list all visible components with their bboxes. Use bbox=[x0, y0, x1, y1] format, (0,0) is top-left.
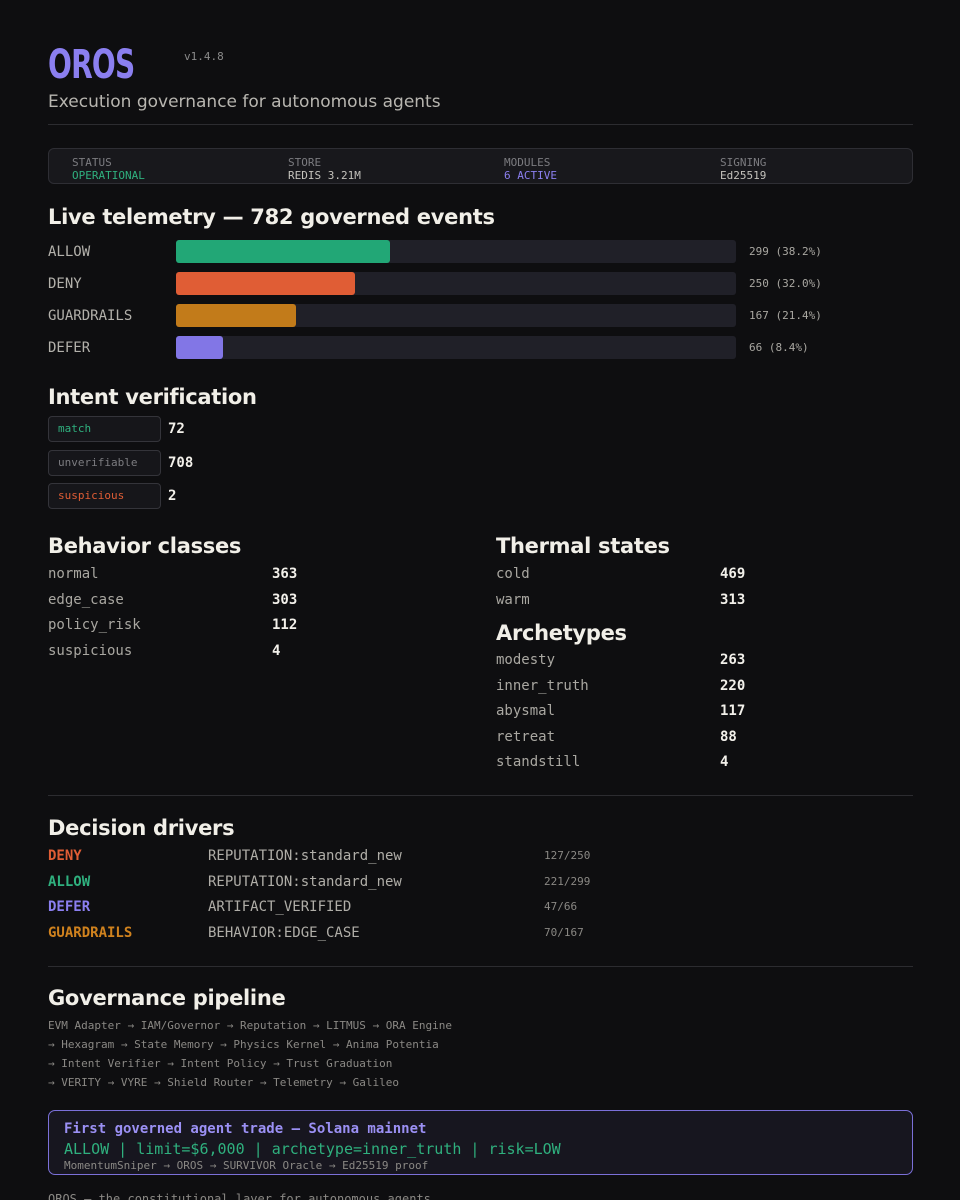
driver-row: GUARDRAILS BEHAVIOR:EDGE_CASE 70/167 bbox=[48, 925, 748, 945]
archetype-value: 88 bbox=[720, 729, 737, 745]
archetype-value: 117 bbox=[720, 703, 746, 719]
footer-text: OROS — the constitutional layer for auto… bbox=[48, 1192, 431, 1200]
behavior-value: 4 bbox=[272, 643, 281, 659]
telemetry-fill-allow bbox=[176, 240, 390, 263]
status-cell-status: STATUS OPERATIONAL bbox=[72, 156, 145, 182]
telemetry-title: Live telemetry — 782 governed events bbox=[48, 205, 495, 229]
thermal-value: 313 bbox=[720, 592, 746, 608]
behavior-title: Behavior classes bbox=[48, 534, 242, 558]
driver-decision: DENY bbox=[48, 848, 82, 864]
status-cell-signing: SIGNING Ed25519 bbox=[720, 156, 766, 182]
pipeline-line: → Intent Verifier → Intent Policy → Trus… bbox=[48, 1057, 393, 1070]
modules-key: MODULES bbox=[504, 156, 551, 169]
driver-count: 127/250 bbox=[544, 849, 591, 862]
telemetry-label: DENY bbox=[48, 276, 82, 292]
telemetry-value: 299 (38.2%) bbox=[749, 245, 822, 258]
store-key: STORE bbox=[288, 156, 322, 169]
tagline: Execution governance for autonomous agen… bbox=[48, 92, 441, 112]
behavior-label: edge_case bbox=[48, 592, 124, 608]
driver-decision: DEFER bbox=[48, 899, 91, 915]
behavior-value: 363 bbox=[272, 566, 298, 582]
driver-row: DEFER ARTIFACT_VERIFIED 47/66 bbox=[48, 899, 748, 919]
signing-value: Ed25519 bbox=[720, 169, 767, 182]
driver-row: ALLOW REPUTATION:standard_new 221/299 bbox=[48, 874, 748, 894]
driver-reason: BEHAVIOR:EDGE_CASE bbox=[208, 925, 360, 941]
telemetry-row-guardrails: GUARDRAILS 167 (21.4%) bbox=[48, 304, 913, 328]
archetype-label: inner_truth bbox=[496, 678, 589, 694]
driver-reason: ARTIFACT_VERIFIED bbox=[208, 899, 352, 915]
behavior-label: suspicious bbox=[48, 643, 133, 659]
behavior-value: 112 bbox=[272, 617, 298, 633]
telemetry-fill-guardrails bbox=[176, 304, 296, 327]
telemetry-value: 66 (8.4%) bbox=[749, 341, 809, 354]
section-divider bbox=[48, 966, 913, 967]
driver-count: 47/66 bbox=[544, 900, 578, 913]
intent-chip-unverifiable: unverifiable bbox=[48, 450, 161, 476]
intent-count: 2 bbox=[168, 488, 177, 504]
status-value: OPERATIONAL bbox=[72, 169, 145, 182]
driver-row: DENY REPUTATION:standard_new 127/250 bbox=[48, 848, 748, 868]
callout-path: MomentumSniper → OROS → SURVIVOR Oracle … bbox=[64, 1159, 429, 1172]
driver-reason: REPUTATION:standard_new bbox=[208, 874, 402, 890]
intent-count: 72 bbox=[168, 421, 185, 437]
archetype-label: abysmal bbox=[496, 703, 556, 719]
archetype-value: 263 bbox=[720, 652, 746, 668]
first-trade-callout: First governed agent trade — Solana main… bbox=[48, 1110, 913, 1175]
thermal-label: warm bbox=[496, 592, 530, 608]
pipeline-line: EVM Adapter → IAM/Governor → Reputation … bbox=[48, 1019, 452, 1032]
archetype-value: 220 bbox=[720, 678, 746, 694]
signing-key: SIGNING bbox=[720, 156, 767, 169]
telemetry-track bbox=[176, 272, 736, 295]
archetypes-title: Archetypes bbox=[496, 621, 627, 645]
app-logo: OROS bbox=[48, 42, 135, 88]
driver-decision: ALLOW bbox=[48, 874, 91, 890]
store-value: REDIS 3.21M bbox=[288, 169, 361, 182]
thermal-value: 469 bbox=[720, 566, 746, 582]
archetype-value: 4 bbox=[720, 754, 729, 770]
modules-value: 6 ACTIVE bbox=[504, 169, 557, 182]
header-divider bbox=[48, 124, 913, 125]
thermal-title: Thermal states bbox=[496, 534, 670, 558]
behavior-value: 303 bbox=[272, 592, 298, 608]
status-cell-modules: MODULES 6 ACTIVE bbox=[504, 156, 557, 182]
status-cell-store: STORE REDIS 3.21M bbox=[288, 156, 361, 182]
archetype-label: standstill bbox=[496, 754, 581, 770]
callout-summary: ALLOW | limit=$6,000 | archetype=inner_t… bbox=[64, 1140, 561, 1158]
callout-title: First governed agent trade — Solana main… bbox=[64, 1121, 427, 1137]
telemetry-value: 250 (32.0%) bbox=[749, 277, 822, 290]
behavior-label: policy_risk bbox=[48, 617, 141, 633]
intent-title: Intent verification bbox=[48, 385, 257, 409]
archetype-label: modesty bbox=[496, 652, 556, 668]
version-label: v1.4.8 bbox=[184, 50, 224, 63]
telemetry-track bbox=[176, 336, 736, 359]
pipeline-line: → VERITY → VYRE → Shield Router → Teleme… bbox=[48, 1076, 399, 1089]
intent-count: 708 bbox=[168, 455, 194, 471]
intent-chip-match: match bbox=[48, 416, 161, 442]
pipeline-line: → Hexagram → State Memory → Physics Kern… bbox=[48, 1038, 439, 1051]
driver-count: 221/299 bbox=[544, 875, 591, 888]
telemetry-value: 167 (21.4%) bbox=[749, 309, 822, 322]
pipeline-title: Governance pipeline bbox=[48, 986, 286, 1010]
intent-chip-suspicious: suspicious bbox=[48, 483, 161, 509]
telemetry-fill-deny bbox=[176, 272, 356, 295]
telemetry-track bbox=[176, 304, 736, 327]
status-key: STATUS bbox=[72, 156, 112, 169]
telemetry-fill-defer bbox=[176, 336, 224, 359]
behavior-label: normal bbox=[48, 566, 99, 582]
driver-count: 70/167 bbox=[544, 926, 584, 939]
section-divider bbox=[48, 795, 913, 796]
telemetry-label: GUARDRAILS bbox=[48, 308, 133, 324]
thermal-label: cold bbox=[496, 566, 530, 582]
driver-reason: REPUTATION:standard_new bbox=[208, 848, 402, 864]
drivers-title: Decision drivers bbox=[48, 816, 235, 840]
status-panel: STATUS OPERATIONAL STORE REDIS 3.21M MOD… bbox=[48, 148, 913, 184]
telemetry-row-allow: ALLOW 299 (38.2%) bbox=[48, 240, 913, 264]
driver-decision: GUARDRAILS bbox=[48, 925, 133, 941]
telemetry-label: ALLOW bbox=[48, 244, 91, 260]
telemetry-row-deny: DENY 250 (32.0%) bbox=[48, 272, 913, 296]
telemetry-row-defer: DEFER 66 (8.4%) bbox=[48, 336, 913, 360]
telemetry-label: DEFER bbox=[48, 340, 91, 356]
archetype-label: retreat bbox=[496, 729, 556, 745]
telemetry-track bbox=[176, 240, 736, 263]
